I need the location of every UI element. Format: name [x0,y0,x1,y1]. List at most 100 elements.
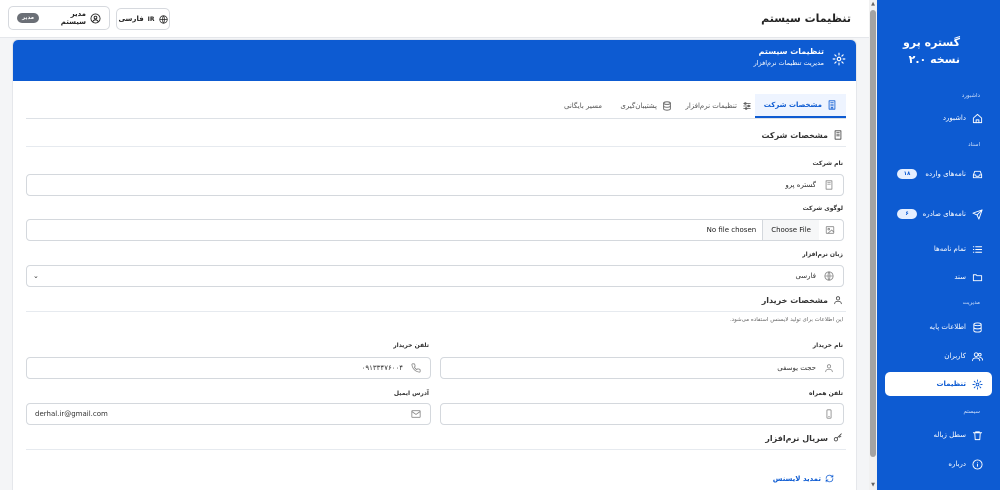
divider [26,146,846,147]
user-name: مدیر سیستم [60,10,87,26]
scrollbar-thumb[interactable] [870,10,876,457]
buyer-hint: این اطلاعات برای تولید لایسنس استفاده می… [729,317,843,323]
buyer-phone-field[interactable]: ۰۹۱۳۳۴۷۶۰۰۴ [26,357,431,379]
top-bar: تنظیمات سیستم مدیر سیستم مدیر فارسی IR [0,0,869,38]
buyer-section-title: مشخصات خریدار [762,295,843,305]
tab-label: مشخصات شرکت [763,101,822,109]
key-icon [833,433,843,443]
company-name-field[interactable]: گستره پرو [26,174,844,196]
globe-icon [158,14,168,24]
sidebar-item-outbox[interactable]: نامه‌های صادره ۶ [885,202,992,226]
sidebar: گستره پرو نسخه ۲.۰ داشبورد داشبورد اسناد… [877,0,1000,490]
building-icon [824,180,834,190]
sidebar-item-label: درباره [948,460,966,468]
company-name-value: گستره پرو [785,181,816,189]
divider [26,311,846,312]
sidebar-item-label: نامه‌های صادره [922,210,966,218]
tab-company-info[interactable]: مشخصات شرکت [754,94,846,118]
inbox-icon [972,169,983,180]
mail-icon [411,409,421,419]
sidebar-item-label: تمام نامه‌ها [933,245,966,253]
scroll-up-icon[interactable]: ▲ [870,1,876,7]
brand-version: نسخه ۲.۰ [908,53,960,66]
sidebar-item-label: داشبورد [942,114,966,122]
count-badge: ۱۸ [897,169,917,179]
image-icon [825,225,835,235]
sidebar-item-all-letters[interactable]: تمام نامه‌ها [885,237,992,261]
sidebar-item-settings[interactable]: تنظیمات [885,372,992,396]
sidebar-item-inbox[interactable]: نامه‌های وارده ۱۸ [885,162,992,186]
send-icon [972,208,983,220]
role-badge: مدیر [17,13,40,23]
building-icon [833,130,843,140]
sidebar-item-label: سند [954,273,966,281]
company-logo-input[interactable]: Choose File No file chosen [26,219,844,241]
list-icon [972,244,983,255]
renew-license-button[interactable]: تمدید لایسنس [773,474,834,483]
chevron-down-icon: ⌄ [33,272,39,280]
scroll-down-icon[interactable]: ▼ [870,482,876,488]
software-language-select[interactable]: فارسی ⌄ [26,265,844,287]
language-code: IR [147,15,155,23]
tab-software-settings[interactable]: تنظیمات نرم‌افزار [676,94,761,118]
buyer-name-value: حجت یوسفی [777,364,816,372]
mobile-field[interactable] [440,403,844,425]
buyer-phone-label: تلفن خریدار [393,342,429,349]
sidebar-item-dashboard[interactable]: داشبورد [885,106,992,130]
choose-file-button[interactable]: Choose File [762,220,819,240]
email-label: آدرس ایمیل [393,390,429,397]
trash-icon [972,430,983,441]
folder-icon [972,272,983,283]
building-icon [827,100,837,110]
tab-backup[interactable]: پشتیبان‌گیری [611,94,681,118]
tab-label: پشتیبان‌گیری [620,102,657,110]
users-icon [972,351,983,362]
sliders-icon [742,101,752,111]
sidebar-section-system: سیستم [963,409,981,415]
sidebar-section-manage: مدیریت [962,300,980,306]
email-value: derhal.ir@gmail.com [35,410,108,418]
company-section-title: مشخصات شرکت [761,130,843,140]
sidebar-item-basic-info[interactable]: اطلاعات پایه [885,315,992,339]
sidebar-item-users[interactable]: کاربران [885,344,992,368]
language-label: فارسی [118,15,144,23]
mobile-icon [824,409,834,419]
divider [26,449,846,450]
globe-icon [824,271,834,281]
brand: گستره پرو نسخه ۲.۰ [903,36,960,66]
user-icon [833,295,843,305]
page-scrollbar[interactable]: ▲ ▼ [869,0,877,490]
card-subtitle: مدیریت تنظیمات نرم‌افزار [753,59,824,67]
gear-icon [832,52,846,66]
company-logo-label: لوگوی شرکت [802,205,843,212]
email-field[interactable]: derhal.ir@gmail.com [26,403,431,425]
sidebar-item-about[interactable]: درباره [885,452,992,476]
sidebar-item-label: اطلاعات پایه [929,323,966,331]
tab-archive-path[interactable]: مسیر بایگانی [555,94,611,118]
company-name-label: نام شرکت [812,160,843,167]
user-menu-button[interactable]: مدیر سیستم مدیر [8,6,110,30]
refresh-icon [825,474,834,483]
serial-section-title: سریال نرم‌افزار [765,433,843,443]
gear-icon [972,378,983,390]
buyer-name-field[interactable]: حجت یوسفی [440,357,844,379]
settings-tabs: مشخصات شرکت تنظیمات نرم‌افزار پشتیبان‌گی… [26,92,846,119]
buyer-phone-value: ۰۹۱۳۳۴۷۶۰۰۴ [361,364,403,372]
user-circle-icon [90,12,101,24]
brand-name: گستره پرو [902,36,960,49]
software-language-value: فارسی [795,272,816,280]
software-language-label: زبان نرم‌افزار [802,251,843,258]
database-icon [972,321,983,333]
sidebar-item-document[interactable]: سند [885,265,992,289]
sidebar-item-label: نامه‌های وارده [925,170,966,178]
sidebar-item-trash[interactable]: سطل زباله [885,423,992,447]
info-icon [972,458,983,470]
count-badge: ۶ [897,209,917,219]
home-icon [972,113,983,124]
language-button[interactable]: فارسی IR [116,8,170,30]
no-file-text: No file chosen [706,226,757,234]
sidebar-section-docs: اسناد [968,142,980,148]
phone-icon [411,363,421,373]
card-title: تنظیمات سیستم [758,47,824,56]
page-title: تنظیمات سیستم [761,12,851,25]
